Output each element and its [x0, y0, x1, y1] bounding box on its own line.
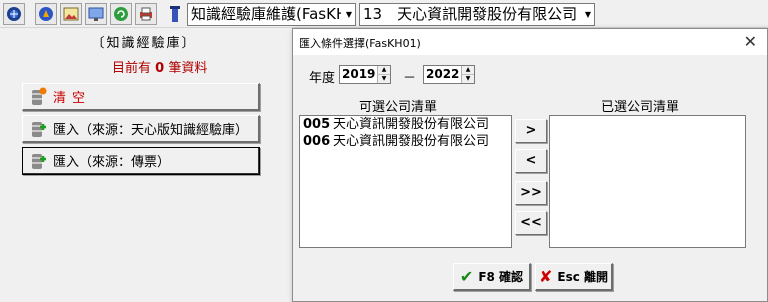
import-voucher-button-label: 匯入（來源：傳票） [53, 155, 171, 170]
toolbar: 知識經驗庫維護(FasKH ▼ 13 天心資訊開發股份有限公司 ▼ [0, 0, 768, 28]
database-clear-icon [29, 87, 47, 107]
company-name: 天心資訊開發股份有限公司 [333, 117, 490, 132]
selected-company-list[interactable] [549, 115, 746, 248]
printer-icon[interactable] [135, 3, 157, 25]
refresh-icon[interactable] [110, 3, 132, 25]
cancel-button-label: Esc 離開 [557, 270, 609, 284]
globe-icon[interactable] [3, 3, 25, 25]
close-icon[interactable]: ✕ [744, 32, 757, 51]
available-list-label: 可選公司清單 [359, 100, 438, 115]
dialog-title: 匯入條件選擇(FasKH01) [299, 37, 421, 50]
selected-list-label: 已選公司清單 [601, 100, 680, 115]
year-to-spin-buttons[interactable]: ▲ ▼ [461, 66, 474, 83]
module-select[interactable]: 知識經驗庫維護(FasKH ▼ [187, 3, 356, 26]
user-icon[interactable] [164, 3, 186, 25]
knowledge-base-title: 〔知識經驗庫〕 [91, 36, 197, 51]
available-company-list[interactable]: 005 天心資訊開發股份有限公司 006 天心資訊開發股份有限公司 [299, 115, 512, 248]
import-kb-button[interactable]: 匯入（來源：天心版知識經驗庫） [22, 115, 260, 143]
company-select-value: 13 天心資訊開發股份有限公司 [363, 5, 578, 23]
company-code: 005 [303, 117, 331, 132]
company-code: 006 [303, 134, 331, 149]
move-all-left-button[interactable]: << [515, 211, 547, 235]
record-count: 目前有 0 筆資料 [112, 57, 207, 76]
record-count-value: 0 [155, 61, 165, 76]
chevron-down-icon[interactable]: ▼ [582, 4, 594, 25]
year-from-stepper[interactable]: 2019 ▲ ▼ [339, 65, 391, 84]
checkmark-icon: ✔ [459, 267, 474, 286]
chevron-down-icon[interactable]: ▼ [378, 74, 390, 82]
import-condition-dialog: 匯入條件選擇(FasKH01) ✕ 年度 2019 ▲ ▼ － 2022 ▲ ▼… [292, 28, 768, 302]
confirm-button[interactable]: ✔ F8 確認 [453, 263, 531, 291]
company-select[interactable]: 13 天心資訊開發股份有限公司 ▼ [359, 3, 595, 26]
list-item[interactable]: 005 天心資訊開發股份有限公司 [300, 116, 511, 133]
chevron-down-icon[interactable]: ▼ [343, 4, 355, 25]
dialog-titlebar: 匯入條件選擇(FasKH01) ✕ [293, 29, 767, 55]
chevron-up-icon[interactable]: ▲ [378, 66, 390, 74]
import-voucher-button[interactable]: 匯入（來源：傳票） [22, 147, 260, 175]
year-to-stepper[interactable]: 2022 ▲ ▼ [423, 65, 475, 84]
close-x-icon: ✘ [538, 267, 553, 286]
module-select-value: 知識經驗庫維護(FasKH [191, 5, 341, 23]
record-count-suffix: 筆資料 [168, 61, 208, 76]
move-right-button[interactable]: > [515, 119, 547, 143]
monitor-icon[interactable] [85, 3, 107, 25]
image-icon[interactable] [60, 3, 82, 25]
move-all-right-button[interactable]: >> [515, 181, 547, 205]
compass-icon[interactable] [35, 3, 57, 25]
move-left-button[interactable]: < [515, 149, 547, 173]
chevron-down-icon[interactable]: ▼ [462, 74, 474, 82]
clear-button-label: 清空 [53, 91, 92, 106]
database-import-icon [29, 119, 47, 139]
cancel-button[interactable]: ✘ Esc 離開 [535, 263, 613, 291]
year-from-spin-buttons[interactable]: ▲ ▼ [377, 66, 390, 83]
year-label: 年度 [309, 71, 336, 86]
year-from-value: 2019 [342, 67, 376, 81]
database-import-icon [29, 151, 47, 171]
company-name: 天心資訊開發股份有限公司 [333, 134, 490, 149]
import-kb-button-label: 匯入（來源：天心版知識經驗庫） [53, 123, 249, 138]
confirm-button-label: F8 確認 [478, 270, 524, 284]
year-to-value: 2022 [426, 67, 460, 81]
year-separator: － [403, 71, 417, 86]
list-item[interactable]: 006 天心資訊開發股份有限公司 [300, 133, 511, 150]
chevron-up-icon[interactable]: ▲ [462, 66, 474, 74]
clear-button[interactable]: 清空 [22, 83, 260, 111]
record-count-prefix: 目前有 [112, 61, 152, 76]
